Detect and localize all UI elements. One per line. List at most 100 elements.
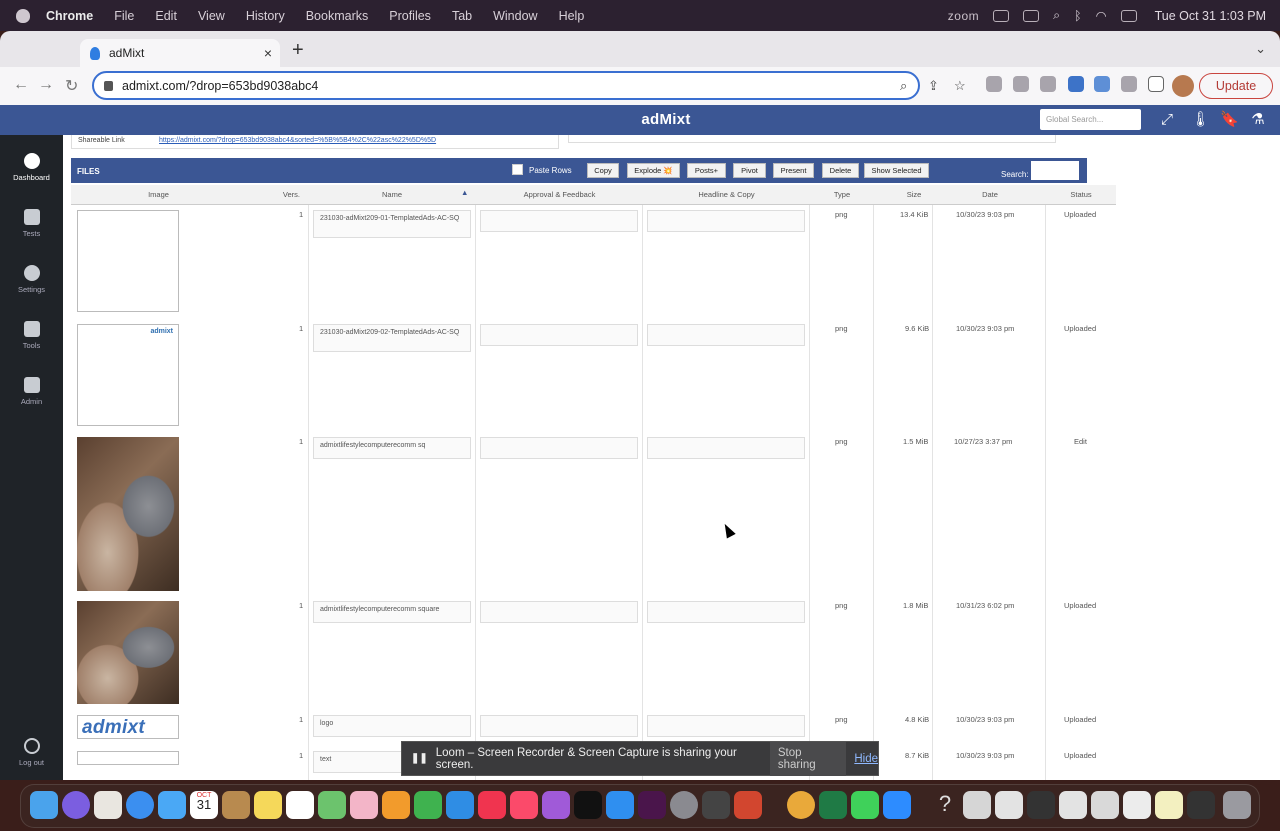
menu-file[interactable]: File — [114, 9, 134, 23]
explode-button[interactable]: Explode 💥 — [627, 163, 680, 178]
present-button[interactable]: Present — [773, 163, 814, 178]
wifi-icon[interactable]: ◠ — [1096, 8, 1107, 23]
file-name-field[interactable]: admixtlifestylecomputerecomm sq — [313, 437, 471, 459]
reminders-icon[interactable] — [286, 791, 314, 819]
menu-window[interactable]: Window — [493, 9, 537, 23]
pivot-button[interactable]: Pivot — [733, 163, 766, 178]
trash-icon[interactable] — [1223, 791, 1251, 819]
col-headline[interactable]: Headline & Copy — [643, 190, 810, 199]
app-store-icon[interactable] — [606, 791, 634, 819]
file-thumbnail[interactable] — [77, 601, 179, 704]
extensions-puzzle-icon[interactable] — [1121, 76, 1137, 92]
menu-edit[interactable]: Edit — [155, 9, 177, 23]
pages-icon[interactable] — [382, 791, 410, 819]
excel-icon[interactable] — [819, 791, 847, 819]
tab-search-chevron-icon[interactable]: ⌄ — [1255, 41, 1266, 57]
menu-tab[interactable]: Tab — [452, 9, 472, 23]
sidebar-item-tests[interactable]: Tests — [0, 209, 63, 238]
finder-icon[interactable] — [30, 791, 58, 819]
recent-document-icon[interactable] — [1027, 791, 1055, 819]
menu-profiles[interactable]: Profiles — [389, 9, 431, 23]
col-name[interactable]: Name — [308, 190, 476, 199]
bookmark-icon[interactable]: 🔖 — [1220, 111, 1239, 129]
battery-icon[interactable] — [1023, 9, 1040, 22]
numbers-icon[interactable] — [414, 791, 442, 819]
approval-feedback-field[interactable] — [480, 437, 638, 459]
extension-icon[interactable] — [1040, 76, 1056, 92]
keynote-icon[interactable] — [446, 791, 474, 819]
browser-tab[interactable]: adMixt × — [80, 39, 280, 67]
thermometer-icon[interactable]: 🌡 — [1191, 111, 1210, 129]
zoom-icon[interactable] — [883, 791, 911, 819]
file-thumbnail[interactable] — [77, 751, 179, 765]
files-search-input[interactable] — [1031, 161, 1079, 180]
paste-rows-checkbox[interactable] — [512, 164, 523, 175]
sidebar-item-logout[interactable]: Log out — [0, 738, 63, 767]
file-name-field[interactable]: admixtlifestylecomputerecomm square — [313, 601, 471, 623]
back-icon[interactable]: ← — [13, 76, 29, 94]
slack-icon[interactable] — [638, 791, 666, 819]
tv-icon[interactable] — [574, 791, 602, 819]
launchpad-icon[interactable] — [94, 791, 122, 819]
reload-icon[interactable]: ↻ — [65, 76, 78, 96]
sidebar-item-admin[interactable]: Admin — [0, 377, 63, 406]
stop-sharing-button[interactable]: Stop sharing — [769, 741, 847, 776]
file-thumbnail[interactable]: admixt — [77, 715, 179, 739]
sidebar-item-tools[interactable]: Tools — [0, 321, 63, 350]
search-icon[interactable]: ⌕ — [1053, 8, 1060, 23]
headline-copy-field[interactable] — [647, 437, 805, 459]
menu-history[interactable]: History — [246, 9, 285, 23]
hide-button[interactable]: Hide — [854, 753, 878, 765]
calendar-icon[interactable]: OCT 31 — [190, 791, 218, 819]
extension-icon[interactable] — [1013, 76, 1029, 92]
menu-help[interactable]: Help — [559, 9, 585, 23]
copy-button[interactable]: Copy — [587, 163, 619, 178]
fullscreen-icon[interactable]: ⤢ — [1158, 111, 1176, 129]
close-tab-icon[interactable]: × — [264, 45, 272, 61]
side-panel-icon[interactable] — [1148, 76, 1164, 92]
control-center-icon[interactable] — [1120, 9, 1137, 22]
delete-button[interactable]: Delete — [822, 163, 859, 178]
siri-icon[interactable] — [62, 791, 90, 819]
extension-icon[interactable] — [1068, 76, 1084, 92]
address-bar[interactable]: admixt.com/?drop=653bd9038abc4 ⌕ ⇪ ☆ — [92, 71, 966, 100]
maps-icon[interactable] — [318, 791, 346, 819]
lock-icon[interactable] — [104, 80, 113, 91]
col-vers[interactable]: Vers. — [246, 190, 308, 199]
menu-view[interactable]: View — [198, 9, 225, 23]
approval-feedback-field[interactable] — [480, 715, 638, 737]
approval-feedback-field[interactable] — [480, 601, 638, 623]
shareable-link[interactable]: https://admixt.com/?drop=653bd9038abc4&s… — [159, 137, 436, 144]
extension-devtools-icon[interactable] — [986, 76, 1002, 92]
url-text[interactable]: admixt.com/?drop=653bd9038abc4 — [122, 79, 318, 93]
paste-rows-label[interactable]: Paste Rows — [529, 166, 572, 175]
recent-document-icon[interactable] — [995, 791, 1023, 819]
headline-copy-field[interactable] — [647, 715, 805, 737]
music-icon[interactable] — [510, 791, 538, 819]
col-image[interactable]: Image — [71, 190, 246, 199]
recent-document-icon[interactable] — [963, 791, 991, 819]
approval-feedback-field[interactable] — [480, 324, 638, 346]
headline-copy-field[interactable] — [647, 210, 805, 232]
menu-app-name[interactable]: Chrome — [46, 9, 93, 23]
flask-icon[interactable]: ⚗ — [1249, 111, 1267, 129]
news-icon[interactable] — [478, 791, 506, 819]
share-icon[interactable]: ⇪ — [928, 78, 939, 94]
camera-icon[interactable] — [993, 9, 1010, 22]
bookmark-star-icon[interactable]: ☆ — [954, 78, 966, 94]
recent-document-icon[interactable] — [1091, 791, 1119, 819]
posts-plus-button[interactable]: Posts+ — [687, 163, 726, 178]
extension-icon[interactable] — [1094, 76, 1110, 92]
zoom-lens-icon[interactable]: ⌕ — [900, 78, 907, 94]
help-icon[interactable]: ? — [931, 791, 959, 819]
apple-icon[interactable] — [16, 8, 30, 23]
file-thumbnail[interactable] — [77, 210, 179, 312]
file-status-edit[interactable]: Edit — [1074, 437, 1087, 446]
calculator-icon[interactable] — [702, 791, 730, 819]
podcasts-icon[interactable] — [542, 791, 570, 819]
recent-document-icon[interactable] — [1123, 791, 1151, 819]
system-settings-icon[interactable] — [670, 791, 698, 819]
pause-icon[interactable]: ❚❚ — [411, 753, 428, 764]
file-thumbnail[interactable] — [77, 437, 179, 591]
profile-avatar[interactable] — [1172, 75, 1194, 97]
